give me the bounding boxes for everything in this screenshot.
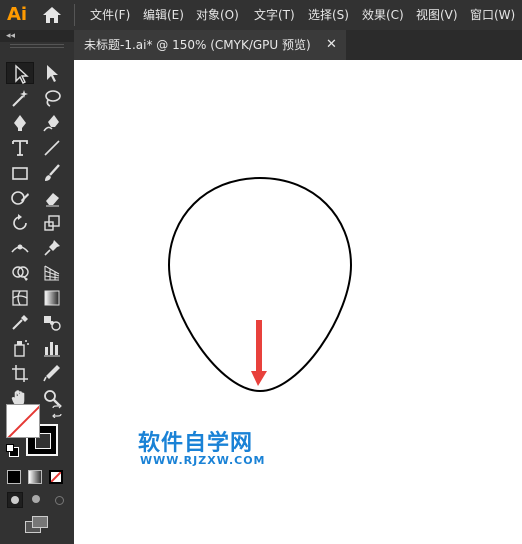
artboard-canvas[interactable]: 软件自学网 WWW.RJZXW.COM — [74, 60, 522, 544]
rectangle-tool-button[interactable] — [6, 162, 34, 184]
width-icon — [11, 244, 29, 253]
menu-divider — [74, 4, 75, 26]
gradient-button[interactable] — [28, 470, 42, 484]
type-tool-button[interactable] — [6, 137, 34, 159]
close-tab-icon[interactable]: ✕ — [326, 30, 337, 60]
eyedropper-icon — [12, 315, 28, 330]
rotate-tool-button[interactable] — [6, 212, 34, 234]
document-tab-bar: 未标题-1.ai* @ 150% (CMYK/GPU 预览) ✕ — [74, 30, 522, 60]
perspective-grid-icon — [44, 265, 60, 281]
mesh-tool-button[interactable] — [6, 287, 34, 309]
menu-object[interactable]: 对象(O) — [196, 0, 239, 30]
shape-builder-icon — [12, 266, 29, 281]
curvature-pen-icon — [43, 115, 59, 132]
puppet-warp-tool-button[interactable] — [38, 237, 66, 259]
direct-selection-icon — [47, 65, 58, 82]
rectangle-icon — [12, 167, 28, 180]
slice-icon — [43, 365, 60, 382]
column-graph-tool-button[interactable] — [38, 337, 66, 359]
menu-edit[interactable]: 编辑(E) — [143, 0, 184, 30]
line-segment-icon — [44, 140, 60, 156]
width-tool-button[interactable] — [6, 237, 34, 259]
shaper-tool-button[interactable] — [6, 187, 34, 209]
pen-tool-button[interactable] — [6, 112, 34, 134]
tools-panel-grip[interactable] — [10, 44, 64, 48]
symbol-sprayer-tool-button[interactable] — [6, 337, 34, 359]
none-button[interactable] — [49, 470, 63, 484]
rotate-icon — [13, 214, 27, 230]
perspective-grid-tool-button[interactable] — [38, 262, 66, 284]
watermark-url: WWW.RJZXW.COM — [140, 454, 266, 467]
gradient-icon — [44, 290, 60, 306]
selection-tool-button[interactable] — [6, 62, 34, 84]
artboard-tool-button[interactable] — [6, 362, 34, 384]
document-tab-title: 未标题-1.ai* @ 150% (CMYK/GPU 预览) — [84, 38, 311, 52]
color-button[interactable] — [7, 470, 21, 484]
menu-select[interactable]: 选择(S) — [308, 0, 349, 30]
indicator-arrow — [251, 320, 267, 386]
tools-panel: ◂◂ — [0, 30, 74, 544]
drawing-layer — [167, 176, 353, 393]
scale-tool-button[interactable] — [38, 212, 66, 234]
screen-mode-icon[interactable] — [25, 516, 49, 533]
blend-icon — [44, 316, 61, 331]
none-icon — [51, 472, 61, 482]
blend-tool-button[interactable] — [38, 312, 66, 334]
draw-behind-icon[interactable] — [29, 492, 45, 508]
menu-view[interactable]: 视图(V) — [416, 0, 458, 30]
shape-builder-tool-button[interactable] — [6, 262, 34, 284]
type-icon — [12, 140, 28, 156]
none-slash-icon — [7, 405, 39, 437]
curvature-tool-button[interactable] — [38, 112, 66, 134]
menu-file[interactable]: 文件(F) — [90, 0, 130, 30]
collapse-panel-icon[interactable]: ◂◂ — [6, 30, 15, 42]
document-tab[interactable]: 未标题-1.ai* @ 150% (CMYK/GPU 预览) ✕ — [74, 30, 346, 60]
app-logo: Ai — [7, 4, 28, 25]
home-icon[interactable] — [42, 6, 62, 24]
default-fill-stroke-icon[interactable] — [6, 444, 19, 457]
artboard-icon — [12, 365, 28, 382]
menu-type[interactable]: 文字(T) — [254, 0, 295, 30]
eraser-tool-button[interactable] — [38, 187, 66, 209]
shaper-icon — [11, 191, 29, 205]
lasso-tool-button[interactable] — [38, 87, 66, 109]
watermark-title: 软件自学网 — [138, 431, 254, 456]
menu-bar: Ai 文件(F) 编辑(E) 对象(O) 文字(T) 选择(S) 效果(C) 视… — [0, 0, 522, 30]
mesh-icon — [12, 290, 28, 306]
selection-arrow-icon — [15, 64, 29, 84]
direct-selection-tool-button[interactable] — [38, 62, 66, 84]
tools-panel-header: ◂◂ — [0, 30, 74, 42]
slice-tool-button[interactable] — [38, 362, 66, 384]
eyedropper-tool-button[interactable] — [6, 312, 34, 334]
menu-window[interactable]: 窗口(W) — [470, 0, 515, 30]
menu-effect[interactable]: 效果(C) — [362, 0, 404, 30]
pen-icon — [14, 115, 26, 131]
scale-icon — [44, 215, 60, 231]
eraser-icon — [46, 193, 59, 207]
magic-wand-icon — [12, 90, 28, 107]
gradient-tool-button[interactable] — [38, 287, 66, 309]
column-graph-icon — [44, 342, 60, 357]
draw-normal-icon[interactable] — [7, 492, 23, 508]
paintbrush-icon — [45, 164, 60, 181]
line-segment-tool-button[interactable] — [38, 137, 66, 159]
puppet-warp-icon — [44, 240, 60, 256]
symbol-sprayer-icon — [14, 340, 29, 357]
fill-stroke-widget — [6, 404, 66, 464]
magic-wand-tool-button[interactable] — [6, 87, 34, 109]
draw-inside-icon[interactable] — [51, 492, 67, 508]
fill-swatch[interactable] — [6, 404, 40, 438]
swap-fill-stroke-icon[interactable] — [50, 404, 64, 418]
paintbrush-tool-button[interactable] — [38, 162, 66, 184]
lasso-icon — [45, 90, 61, 107]
